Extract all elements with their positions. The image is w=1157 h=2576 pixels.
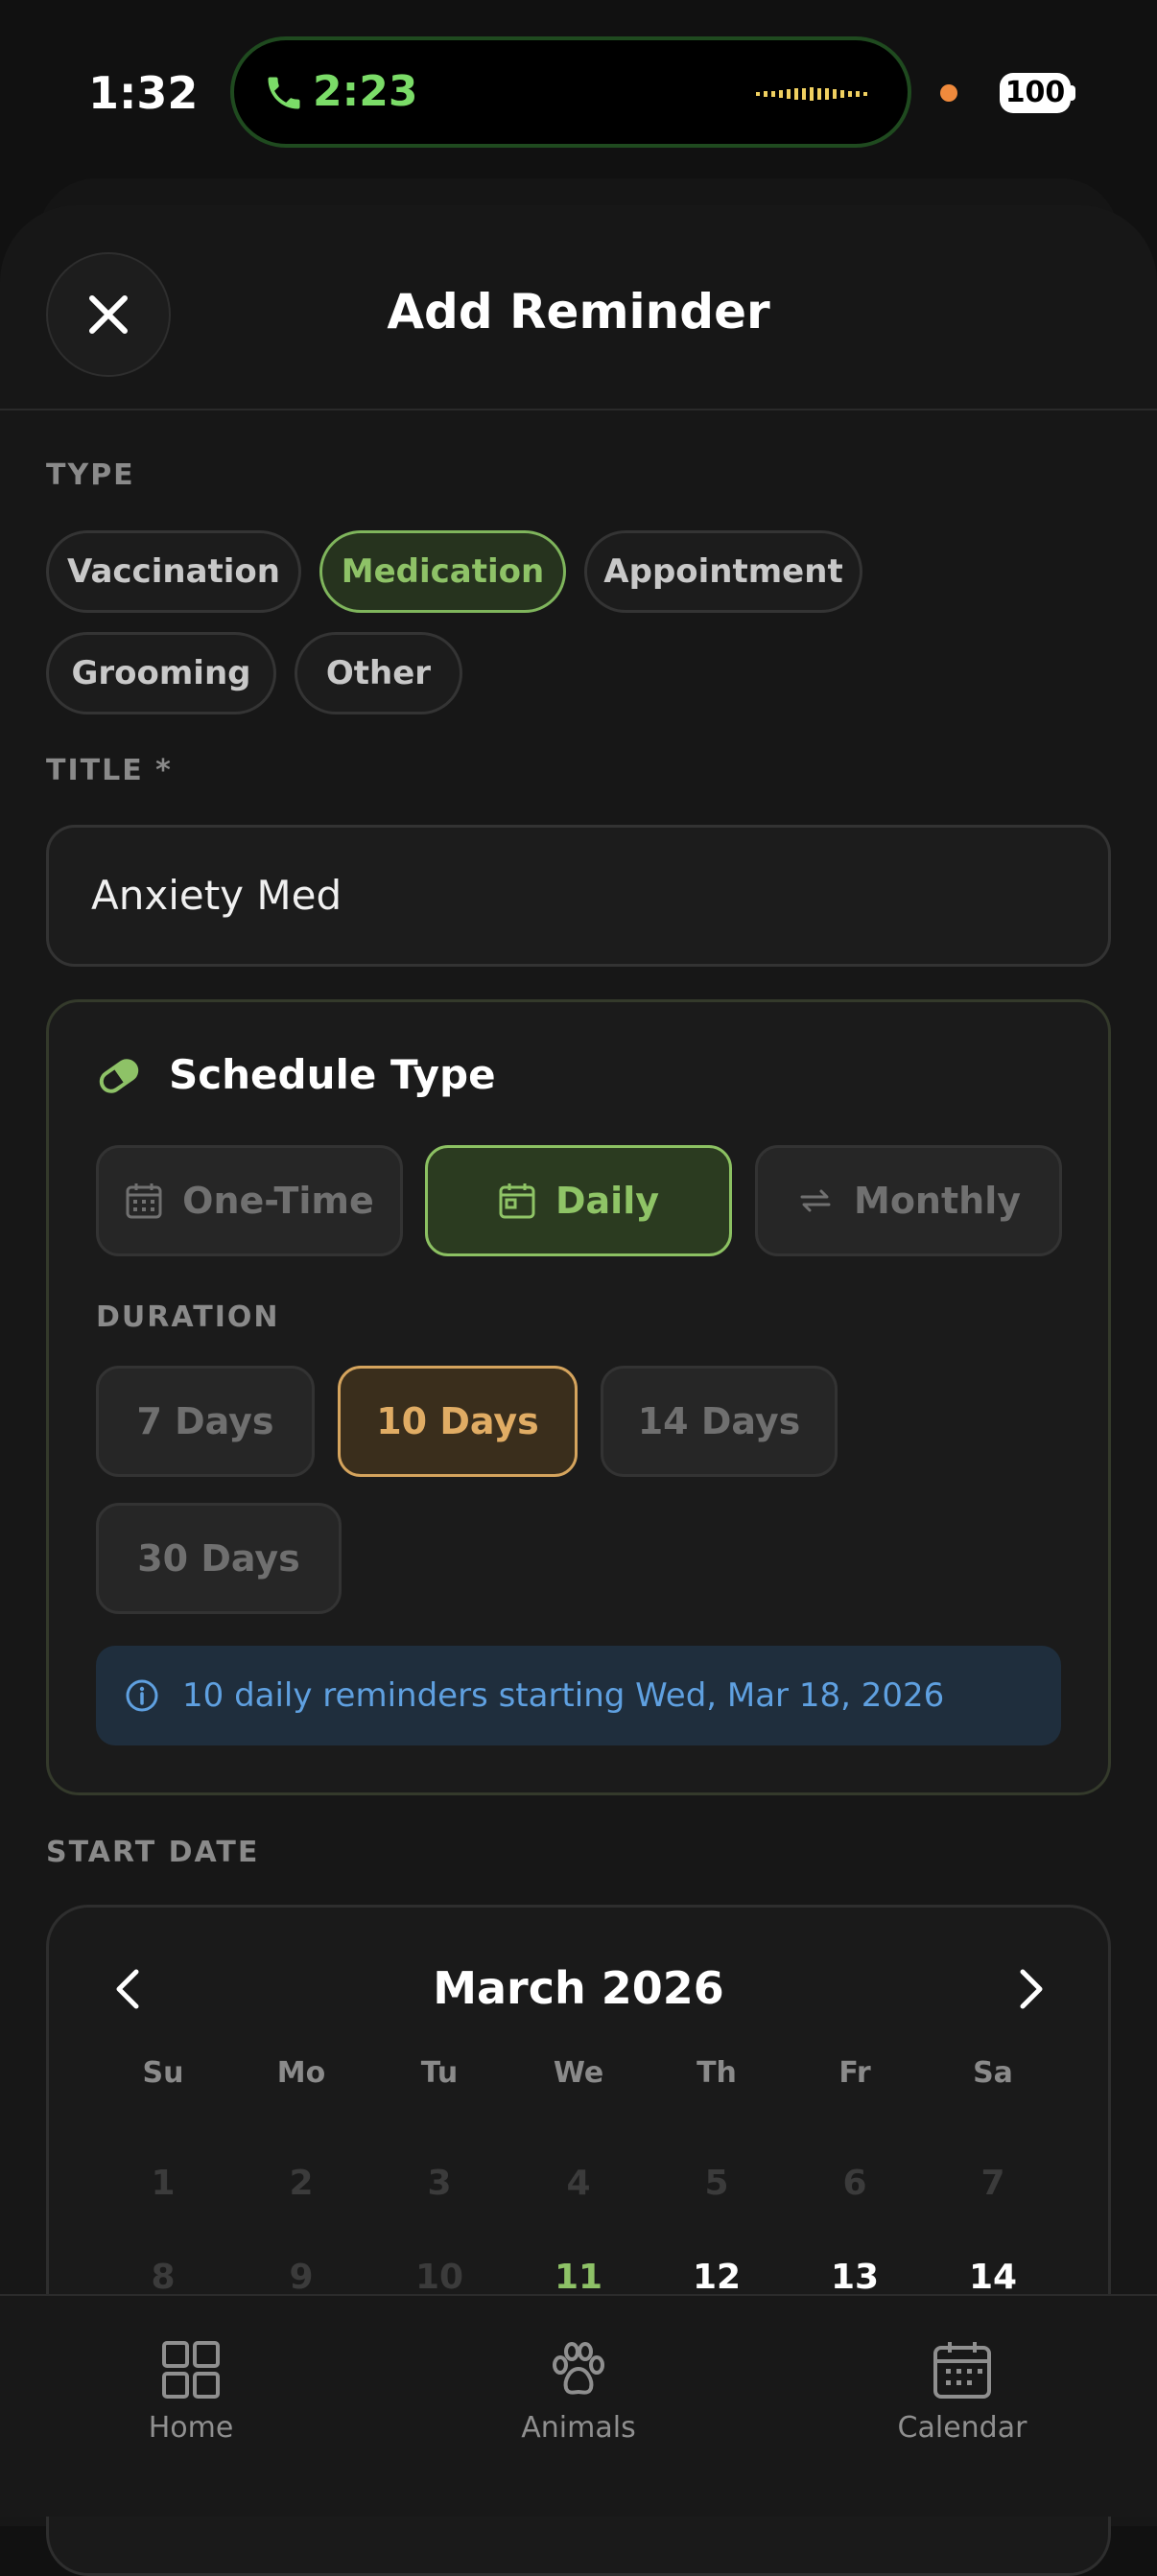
tab-animals[interactable]: Animals: [435, 2340, 722, 2445]
tab-animals-label: Animals: [521, 2411, 636, 2445]
status-bar: 1:32 2:23 100: [0, 0, 1157, 182]
calendar-day: 2: [289, 2164, 314, 2203]
tab-home-label: Home: [148, 2411, 234, 2445]
type-chip-other[interactable]: Other: [295, 632, 462, 714]
schedule-type-title: Schedule Type: [169, 1051, 496, 1098]
type-chip-vaccination[interactable]: Vaccination: [46, 530, 301, 613]
audio-wave-icon: [756, 87, 867, 101]
tab-calendar[interactable]: Calendar: [818, 2340, 1106, 2445]
calendar-icon: [933, 2342, 991, 2399]
calendar-day: 10: [414, 2258, 464, 2297]
calendar-day: 8: [151, 2258, 176, 2297]
calendar-grid-icon: [126, 1183, 162, 1219]
calendar-day: 1: [151, 2164, 176, 2203]
weekday-we: We: [553, 2056, 604, 2090]
calendar-day: 7: [980, 2164, 1005, 2203]
duration-30-days[interactable]: 30 Days: [96, 1503, 342, 1614]
calendar-day: 9: [289, 2258, 314, 2297]
page-title: Add Reminder: [387, 284, 770, 340]
header-divider: [0, 409, 1157, 410]
grid-icon: [162, 2341, 220, 2399]
schedule-one-time-label: One-Time: [182, 1180, 374, 1222]
type-chip-grooming[interactable]: Grooming: [46, 632, 276, 714]
schedule-daily-button[interactable]: Daily: [425, 1145, 732, 1256]
schedule-daily-label: Daily: [555, 1180, 659, 1222]
weekday-mo: Mo: [276, 2056, 326, 2090]
start-date-label: START DATE: [46, 1836, 260, 1869]
info-icon: [126, 1679, 158, 1712]
schedule-monthly-label: Monthly: [854, 1180, 1021, 1222]
title-input[interactable]: Anxiety Med: [46, 825, 1111, 967]
type-chip-medication[interactable]: Medication: [319, 530, 566, 613]
type-label: TYPE: [46, 458, 135, 492]
weekday-fr: Fr: [838, 2056, 871, 2090]
duration-14-days[interactable]: 14 Days: [601, 1366, 838, 1477]
mic-indicator-dot: [940, 84, 957, 102]
calendar-day: 4: [566, 2164, 591, 2203]
call-time: 2:23: [313, 67, 418, 116]
schedule-info-banner: 10 daily reminders starting Wed, Mar 18,…: [96, 1646, 1061, 1745]
pill-icon: [99, 1059, 139, 1093]
type-chip-appointment[interactable]: Appointment: [584, 530, 862, 613]
call-indicator[interactable]: 2:23: [230, 36, 911, 148]
battery-indicator: 100: [1000, 73, 1071, 113]
schedule-monthly-button[interactable]: Monthly: [755, 1145, 1062, 1256]
calendar-day: 5: [704, 2164, 729, 2203]
weekday-tu: Tu: [420, 2056, 459, 2090]
battery-tip: [1071, 85, 1075, 101]
duration-7-days[interactable]: 7 Days: [96, 1366, 315, 1477]
phone-icon: [268, 77, 300, 109]
paw-icon: [553, 2342, 604, 2395]
calendar-day-today[interactable]: 11: [535, 2258, 622, 2297]
chevron-right-icon[interactable]: [1002, 1960, 1059, 2018]
calendar-month-title: March 2026: [433, 1962, 724, 2014]
status-time: 1:32: [88, 67, 199, 119]
duration-label: DURATION: [96, 1300, 280, 1334]
schedule-one-time-button[interactable]: One-Time: [96, 1145, 403, 1256]
repeat-icon: [800, 1189, 831, 1212]
title-label: TITLE *: [46, 754, 173, 787]
weekday-sa: Sa: [973, 2056, 1013, 2090]
calendar-day: 6: [842, 2164, 867, 2203]
calendar-day[interactable]: 12: [673, 2258, 760, 2297]
calendar-day-icon: [499, 1183, 535, 1219]
duration-10-days[interactable]: 10 Days: [338, 1366, 578, 1477]
calendar-day: 3: [427, 2164, 452, 2203]
tab-calendar-label: Calendar: [897, 2411, 1027, 2445]
schedule-info-text: 10 daily reminders starting Wed, Mar 18,…: [182, 1676, 945, 1715]
weekday-th: Th: [697, 2056, 737, 2090]
calendar-day[interactable]: 13: [812, 2258, 898, 2297]
calendar-day[interactable]: 14: [950, 2258, 1036, 2297]
weekday-su: Su: [142, 2056, 184, 2090]
tab-home[interactable]: Home: [47, 2340, 335, 2445]
